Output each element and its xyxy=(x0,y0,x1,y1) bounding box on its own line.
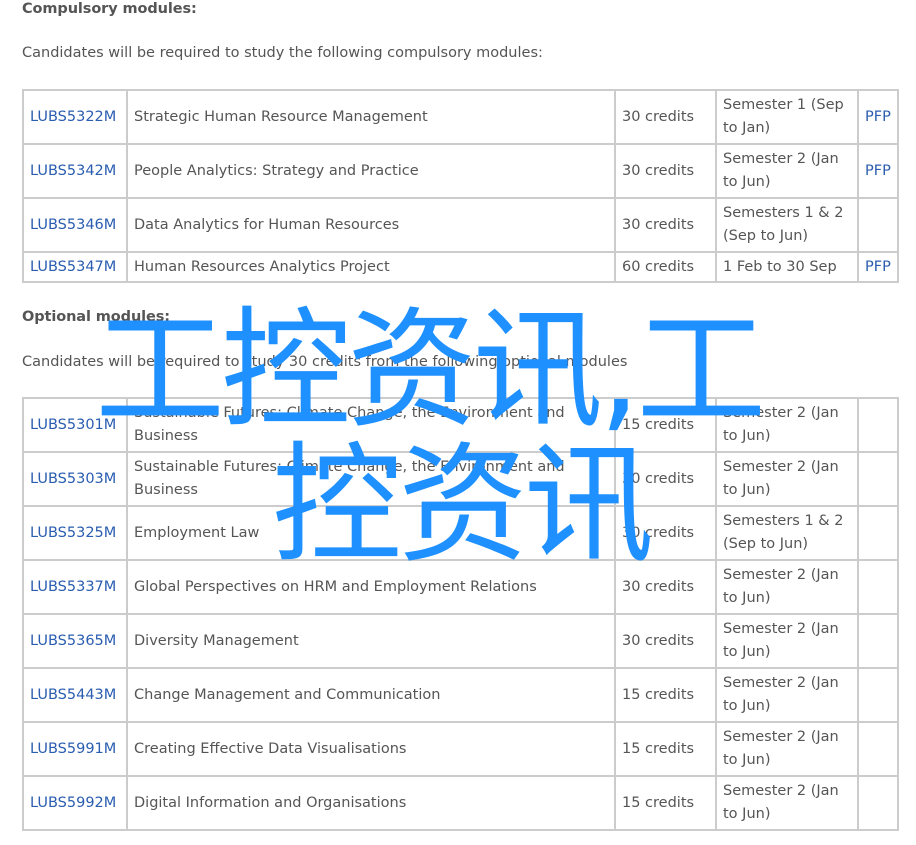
module-semester: Semester 2 (Jan to Jun) xyxy=(715,667,859,723)
pfp-link[interactable]: PFP xyxy=(865,109,891,125)
pfp-cell-empty xyxy=(857,451,899,507)
table-row: LUBS5991M Creating Effective Data Visual… xyxy=(22,721,899,777)
module-semester: Semester 1 (Sep to Jan) xyxy=(715,89,859,145)
table-row: LUBS5303M Sustainable Futures: Climate C… xyxy=(22,451,899,507)
optional-intro: Candidates will be required to study 30 … xyxy=(22,354,628,370)
optional-modules-table: LUBS5301M Sustainable Futures: Climate C… xyxy=(22,397,899,831)
module-semester: Semester 2 (Jan to Jun) xyxy=(715,397,859,453)
pfp-cell-empty xyxy=(857,721,899,777)
module-credits: 15 credits xyxy=(614,397,717,453)
module-title: Data Analytics for Human Resources xyxy=(126,197,616,253)
module-credits: 15 credits xyxy=(614,667,717,723)
module-title: Employment Law xyxy=(126,505,616,561)
module-semester: 1 Feb to 30 Sep xyxy=(715,251,859,283)
module-credits: 30 credits xyxy=(614,143,717,199)
module-title: Global Perspectives on HRM and Employmen… xyxy=(126,559,616,615)
compulsory-modules-table: LUBS5322M Strategic Human Resource Manag… xyxy=(22,89,899,283)
module-credits: 30 credits xyxy=(614,505,717,561)
pfp-cell-empty xyxy=(857,775,899,831)
pfp-cell-empty xyxy=(857,197,899,253)
table-row: LUBS5347M Human Resources Analytics Proj… xyxy=(22,251,899,283)
module-credits: 15 credits xyxy=(614,775,717,831)
module-title: People Analytics: Strategy and Practice xyxy=(126,143,616,199)
table-row: LUBS5325M Employment Law 30 credits Seme… xyxy=(22,505,899,561)
module-code-link[interactable]: LUBS5322M xyxy=(30,109,116,125)
module-semester: Semester 2 (Jan to Jun) xyxy=(715,559,859,615)
module-code-link[interactable]: LUBS5365M xyxy=(30,633,116,649)
pfp-cell-empty xyxy=(857,505,899,561)
module-semester: Semesters 1 & 2 (Sep to Jun) xyxy=(715,505,859,561)
pfp-link[interactable]: PFP xyxy=(865,163,891,179)
module-semester: Semester 2 (Jan to Jun) xyxy=(715,775,859,831)
pfp-link[interactable]: PFP xyxy=(865,259,891,275)
module-code-link[interactable]: LUBS5342M xyxy=(30,163,116,179)
module-title: Digital Information and Organisations xyxy=(126,775,616,831)
module-semester: Semester 2 (Jan to Jun) xyxy=(715,613,859,669)
table-row: LUBS5992M Digital Information and Organi… xyxy=(22,775,899,831)
table-row: LUBS5346M Data Analytics for Human Resou… xyxy=(22,197,899,253)
module-code-link[interactable]: LUBS5303M xyxy=(30,471,116,487)
module-code-link[interactable]: LUBS5346M xyxy=(30,217,116,233)
module-credits: 30 credits xyxy=(614,559,717,615)
module-credits: 15 credits xyxy=(614,721,717,777)
module-title: Change Management and Communication xyxy=(126,667,616,723)
module-semester: Semesters 1 & 2 (Sep to Jun) xyxy=(715,197,859,253)
module-code-link[interactable]: LUBS5443M xyxy=(30,687,116,703)
table-row: LUBS5301M Sustainable Futures: Climate C… xyxy=(22,397,899,453)
compulsory-heading: Compulsory modules: xyxy=(22,1,197,17)
module-title: Sustainable Futures: Climate Change, the… xyxy=(126,451,616,507)
module-title: Human Resources Analytics Project xyxy=(126,251,616,283)
module-code-link[interactable]: LUBS5337M xyxy=(30,579,116,595)
module-title: Creating Effective Data Visualisations xyxy=(126,721,616,777)
module-credits: 60 credits xyxy=(614,251,717,283)
pfp-cell-empty xyxy=(857,613,899,669)
module-title: Sustainable Futures: Climate Change, the… xyxy=(126,397,616,453)
table-row: LUBS5365M Diversity Management 30 credit… xyxy=(22,613,899,669)
table-row: LUBS5337M Global Perspectives on HRM and… xyxy=(22,559,899,615)
module-code-link[interactable]: LUBS5347M xyxy=(30,259,116,275)
table-row: LUBS5443M Change Management and Communic… xyxy=(22,667,899,723)
module-credits: 30 credits xyxy=(614,451,717,507)
module-credits: 30 credits xyxy=(614,613,717,669)
module-title: Strategic Human Resource Management xyxy=(126,89,616,145)
pfp-cell-empty xyxy=(857,667,899,723)
pfp-cell-empty xyxy=(857,397,899,453)
module-credits: 30 credits xyxy=(614,197,717,253)
module-semester: Semester 2 (Jan to Jun) xyxy=(715,451,859,507)
compulsory-intro: Candidates will be required to study the… xyxy=(22,45,543,61)
module-credits: 30 credits xyxy=(614,89,717,145)
module-code-link[interactable]: LUBS5991M xyxy=(30,741,116,757)
optional-heading: Optional modules: xyxy=(22,309,171,325)
table-row: LUBS5322M Strategic Human Resource Manag… xyxy=(22,89,899,145)
module-title: Diversity Management xyxy=(126,613,616,669)
module-semester: Semester 2 (Jan to Jun) xyxy=(715,143,859,199)
module-semester: Semester 2 (Jan to Jun) xyxy=(715,721,859,777)
table-row: LUBS5342M People Analytics: Strategy and… xyxy=(22,143,899,199)
module-code-link[interactable]: LUBS5992M xyxy=(30,795,116,811)
pfp-cell-empty xyxy=(857,559,899,615)
module-code-link[interactable]: LUBS5301M xyxy=(30,417,116,433)
module-code-link[interactable]: LUBS5325M xyxy=(30,525,116,541)
